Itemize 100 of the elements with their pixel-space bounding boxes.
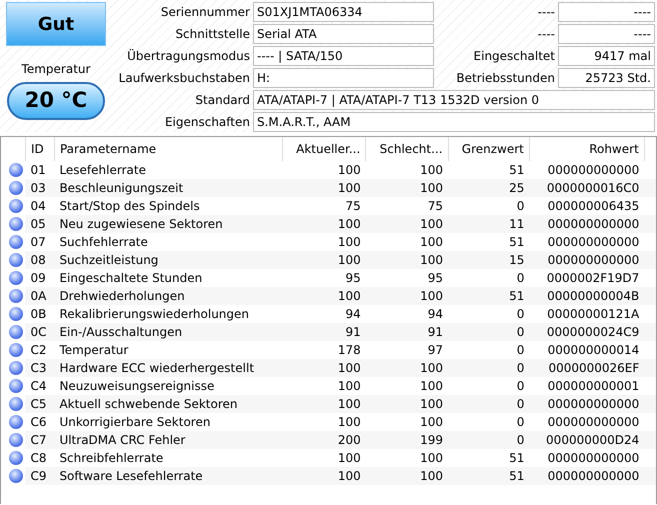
table-cell: C6 xyxy=(25,413,54,431)
table-cell: 000000006435 xyxy=(529,197,644,215)
status-dot-icon xyxy=(9,325,23,339)
table-cell: 91 xyxy=(282,323,366,341)
table-cell: 000000000014 xyxy=(529,341,644,359)
table-cell: 95 xyxy=(366,269,448,287)
table-cell: 08 xyxy=(25,251,54,269)
table-cell: 0 xyxy=(448,377,530,395)
field-value: S01XJ1MTA06334 xyxy=(253,2,434,22)
table-cell: 09 xyxy=(25,269,54,287)
field-value: S.M.A.R.T., AAM xyxy=(253,112,655,132)
table-cell: 91 xyxy=(366,323,448,341)
table-cell: Temperatur xyxy=(54,341,282,359)
table-cell: 000000000000 xyxy=(529,395,644,413)
table-cell: 000000000000 xyxy=(529,251,644,269)
table-cell: 0 xyxy=(448,395,530,413)
table-cell: 0000000016C0 xyxy=(529,179,644,197)
table-cell: 100 xyxy=(282,449,366,467)
table-cell: 000000000000 xyxy=(529,449,644,467)
health-status-panel: Gut xyxy=(6,2,106,46)
table-cell: 0C xyxy=(25,323,54,341)
column-header[interactable]: Parametername xyxy=(54,137,282,161)
table-cell: 000000000000 xyxy=(529,161,644,179)
field-label: Seriennummer xyxy=(160,4,250,21)
status-dot-icon xyxy=(9,343,23,357)
status-dot-icon xyxy=(9,235,23,249)
table-cell: 100 xyxy=(366,179,448,197)
table-cell: 97 xyxy=(366,341,448,359)
table-cell: 100 xyxy=(366,287,448,305)
table-cell: Rekalibrierungswiederholungen xyxy=(54,305,282,323)
field-value: ---- xyxy=(558,2,655,22)
table-cell: 100 xyxy=(282,359,366,377)
table-cell: 100 xyxy=(366,233,448,251)
table-cell: 100 xyxy=(366,467,448,485)
table-cell: 100 xyxy=(282,233,366,251)
table-cell: 000000000001 xyxy=(529,377,644,395)
field-label: Laufwerksbuchstaben xyxy=(118,70,250,87)
table-cell: Schreibfehlerrate xyxy=(54,449,282,467)
table-cell: 100 xyxy=(366,449,448,467)
table-cell: 51 xyxy=(448,233,530,251)
status-dot-icon xyxy=(9,451,23,465)
table-cell: 94 xyxy=(366,305,448,323)
field-value: ---- xyxy=(558,24,655,44)
table-cell: 100 xyxy=(366,161,448,179)
temperature-display: 20 °C xyxy=(7,82,105,120)
table-cell: C3 xyxy=(25,359,54,377)
status-dot-icon xyxy=(9,271,23,285)
field-value: ATA/ATAPI-7 | ATA/ATAPI-7 T13 1532D version 0 xyxy=(253,90,655,110)
table-cell: Hardware ECC wiederhergestellt xyxy=(54,359,282,377)
table-cell: C8 xyxy=(25,449,54,467)
field-value: 25723 Std. xyxy=(558,68,655,88)
table-cell: Neuzuweisungsereignisse xyxy=(54,377,282,395)
table-cell: 100 xyxy=(282,395,366,413)
table-cell: 0 xyxy=(448,359,530,377)
table-cell: Software Lesefehlerrate xyxy=(54,467,282,485)
column-header[interactable]: Rohwert xyxy=(529,137,644,161)
table-cell: Unkorrigierbare Sektoren xyxy=(54,413,282,431)
table-cell: 0 xyxy=(448,323,530,341)
table-cell: Lesefehlerrate xyxy=(54,161,282,179)
status-dot-icon xyxy=(9,379,23,393)
table-cell: 07 xyxy=(25,233,54,251)
table-cell: 51 xyxy=(448,161,530,179)
status-dot-icon xyxy=(9,253,23,267)
table-cell: 0 xyxy=(448,305,530,323)
table-cell: 100 xyxy=(282,161,366,179)
table-cell: 100 xyxy=(282,413,366,431)
table-cell: Drehwiederholungen xyxy=(54,287,282,305)
table-cell: 0 xyxy=(448,431,530,449)
table-cell: 100 xyxy=(282,179,366,197)
table-cell: 000000000D24 xyxy=(529,431,644,449)
table-cell: 00000000004B xyxy=(529,287,644,305)
column-header[interactable]: Grenzwert xyxy=(448,137,530,161)
table-cell: Suchzeitleistung xyxy=(54,251,282,269)
field-label: Betriebsstunden xyxy=(455,70,555,87)
table-cell: 100 xyxy=(366,395,448,413)
field-value: H: xyxy=(253,68,434,88)
table-cell: Eingeschaltete Stunden xyxy=(54,269,282,287)
status-dot-icon xyxy=(9,397,23,411)
table-cell: 100 xyxy=(282,467,366,485)
table-cell: 0 xyxy=(448,413,530,431)
column-header[interactable]: Aktueller... xyxy=(282,137,366,161)
table-cell: 03 xyxy=(25,179,54,197)
table-cell: 51 xyxy=(448,467,530,485)
table-cell: 00000000121A xyxy=(529,305,644,323)
field-value: Serial ATA xyxy=(253,24,434,44)
table-cell: 100 xyxy=(282,377,366,395)
table-cell: 0A xyxy=(25,287,54,305)
table-cell: C4 xyxy=(25,377,54,395)
table-cell: 0 xyxy=(448,341,530,359)
table-cell: 0000000026EF xyxy=(529,359,644,377)
table-cell: C9 xyxy=(25,467,54,485)
table-cell: 100 xyxy=(282,287,366,305)
field-label: ---- xyxy=(536,26,555,43)
column-header[interactable]: ID xyxy=(25,137,54,161)
status-dot-icon xyxy=(9,217,23,231)
status-dot-icon xyxy=(9,181,23,195)
table-cell: 01 xyxy=(25,161,54,179)
table-cell: Neu zugewiesene Sektoren xyxy=(54,215,282,233)
column-header[interactable]: Schlecht... xyxy=(366,137,448,161)
table-cell: 51 xyxy=(448,449,530,467)
